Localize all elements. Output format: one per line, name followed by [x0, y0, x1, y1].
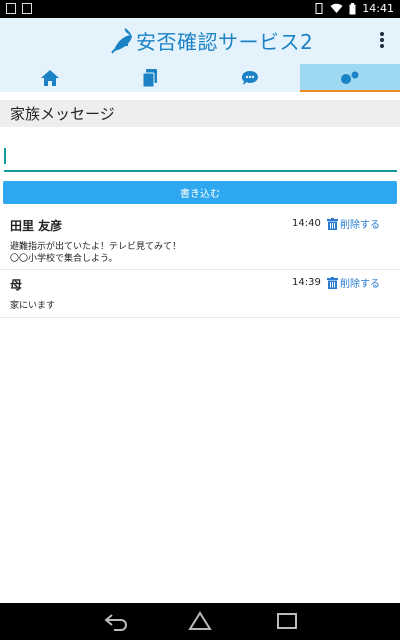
message-input[interactable]	[4, 143, 397, 169]
status-time: 14:41	[362, 2, 394, 15]
message-time: 14:40	[292, 218, 321, 229]
tab-family[interactable]	[300, 64, 400, 92]
message-input-wrapper	[4, 143, 397, 172]
dove-icon	[111, 27, 132, 54]
back-icon[interactable]	[104, 611, 128, 631]
delete-message-button[interactable]: 削除する	[327, 216, 380, 231]
app-logo: 安否確認サービス2	[110, 26, 313, 55]
chat-icon	[242, 71, 258, 85]
battery-icon	[349, 2, 356, 14]
family-icon	[341, 70, 360, 84]
delete-label: 削除する	[340, 279, 380, 290]
tab-chat[interactable]	[200, 64, 300, 92]
status-bar: 14:41	[0, 0, 400, 18]
documents-icon	[143, 69, 157, 87]
delete-label: 削除する	[340, 220, 380, 231]
vibrate-icon	[315, 3, 323, 14]
delete-message-button[interactable]: 削除する	[327, 275, 380, 290]
trash-icon	[327, 217, 338, 230]
message-time: 14:39	[292, 277, 321, 288]
home-icon	[41, 70, 59, 86]
message-body: 避難指示が出ていたよ！テレビ見てみて！ 〇〇小学校で集合しよう。	[10, 241, 181, 265]
home-nav-icon[interactable]	[188, 611, 212, 631]
app-bar: 安否確認サービス2	[0, 18, 400, 64]
wifi-icon	[330, 3, 343, 13]
overflow-menu-icon	[380, 32, 384, 36]
image-notification-icon	[22, 3, 32, 14]
message-item: 母 14:39 削除する 家にいます	[0, 270, 400, 318]
tab-bar	[0, 64, 400, 92]
system-nav-bar	[0, 603, 400, 640]
tab-home[interactable]	[0, 64, 100, 92]
post-button[interactable]: 書き込む	[3, 181, 397, 204]
section-title: 家族メッセージ	[10, 105, 115, 123]
app-title: 安否確認サービス2	[136, 30, 314, 54]
recent-apps-icon[interactable]	[275, 611, 299, 631]
overflow-menu-dot	[380, 38, 384, 42]
notification-icon	[6, 3, 16, 14]
message-body-line: 〇〇小学校で集合しよう。	[10, 254, 118, 264]
message-author: 田里 友彦	[10, 219, 63, 233]
overflow-menu-dot	[380, 44, 384, 48]
trash-icon	[327, 276, 338, 289]
section-header: 家族メッセージ	[0, 100, 400, 127]
message-body: 家にいます	[10, 300, 55, 312]
message-item: 田里 友彦 14:40 削除する 避難指示が出ていたよ！テレビ見てみて！ 〇〇小…	[0, 211, 400, 270]
message-body-line: 家にいます	[10, 301, 56, 311]
overflow-menu-button[interactable]	[374, 29, 390, 51]
message-author: 母	[10, 278, 23, 292]
text-cursor	[4, 148, 6, 164]
message-body-line: 避難指示が出ていたよ！テレビ見てみて！	[10, 242, 182, 252]
tab-documents[interactable]	[100, 64, 200, 92]
